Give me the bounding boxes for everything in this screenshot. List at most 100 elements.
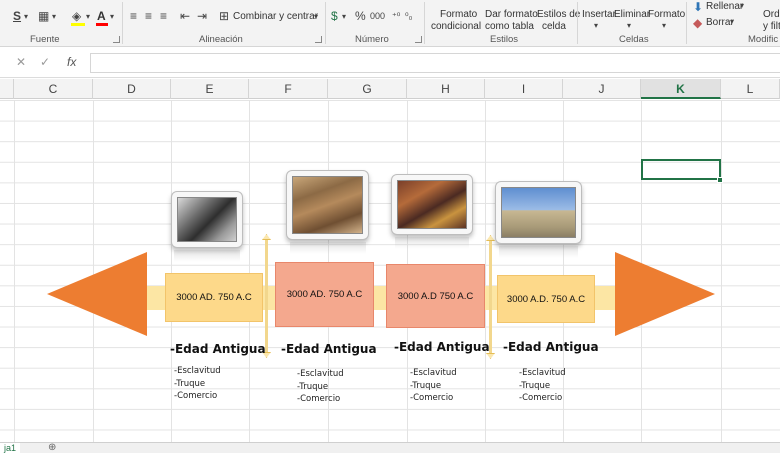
fill-color-icon[interactable]: ◈	[72, 9, 81, 23]
timeline-arrow-right[interactable]	[615, 252, 715, 336]
formula-input[interactable]	[90, 53, 780, 73]
sort-filter-label-2: y filtr	[763, 21, 780, 32]
clear-dropdown-icon[interactable]: ▾	[730, 17, 734, 26]
insert-function-icon[interactable]: fx	[67, 55, 76, 69]
percent-icon[interactable]: %	[355, 9, 366, 23]
list-item: -Comercio	[297, 394, 341, 404]
align-right-icon[interactable]: ≡	[160, 9, 167, 23]
column-header-l[interactable]: L	[721, 79, 780, 99]
number-dialog-launcher-icon[interactable]	[415, 36, 422, 43]
increase-decimal-icon[interactable]: ⁺⁰	[392, 11, 400, 22]
event-list[interactable]: -Esclavitud -Truque -Comercio	[174, 365, 221, 403]
font-color-icon[interactable]: A	[97, 9, 106, 23]
timeline-connector[interactable]	[486, 235, 495, 359]
borders-icon[interactable]: ▦	[38, 9, 49, 23]
align-left-icon[interactable]: ≡	[130, 9, 137, 23]
delete-dropdown-icon[interactable]: ▾	[627, 21, 631, 30]
ribbon-separator	[424, 2, 425, 44]
council-painting	[397, 180, 467, 229]
merge-dropdown-icon[interactable]: ▾	[314, 12, 318, 21]
conditional-format-label-2: condicional	[431, 21, 482, 32]
decrease-indent-icon[interactable]: ⇤	[180, 9, 190, 23]
list-item: -Esclavitud	[174, 366, 221, 376]
sheet-tab-active[interactable]: ja1	[0, 443, 21, 453]
selected-cell[interactable]	[641, 159, 721, 180]
font-color-dropdown-icon[interactable]: ▾	[110, 12, 114, 21]
font-dialog-launcher-icon[interactable]	[113, 36, 120, 43]
column-header-e[interactable]: E	[171, 79, 249, 99]
alignment-group-label: Alineación	[199, 34, 243, 45]
delete-button[interactable]: Eliminar	[614, 9, 650, 20]
enter-icon[interactable]: ✓	[40, 55, 50, 69]
underline-button[interactable]: S	[13, 9, 21, 23]
list-item: -Comercio	[174, 391, 218, 401]
fill-color-swatch	[71, 23, 85, 26]
timeline-arrow-left[interactable]	[47, 252, 147, 336]
event-date-box[interactable]: 3000 AD. 750 A.C	[165, 273, 263, 322]
styles-group-label: Estilos	[490, 34, 518, 45]
council-image[interactable]	[391, 174, 473, 235]
column-header-f[interactable]: F	[249, 79, 328, 99]
parthenon-image[interactable]	[495, 181, 582, 244]
column-header-c[interactable]: C	[14, 79, 93, 99]
fill-dropdown-icon[interactable]: ▾	[86, 12, 90, 21]
ribbon-separator	[686, 2, 687, 44]
event-heading[interactable]: -Edad Antigua	[394, 340, 490, 354]
steam-train-image[interactable]	[171, 191, 243, 248]
column-header-k[interactable]: K	[641, 79, 721, 99]
cells-group-label: Celdas	[619, 34, 649, 45]
format-table-label-2: como tabla	[485, 21, 534, 32]
event-heading[interactable]: -Edad Antigua	[281, 342, 377, 356]
event-date-box[interactable]: 3000 AD. 750 A.C	[275, 262, 374, 327]
fill-handle[interactable]	[717, 177, 723, 183]
fill-button[interactable]: Rellenar	[706, 1, 743, 12]
school-of-athens-image[interactable]	[286, 170, 369, 240]
timeline-connector[interactable]	[262, 234, 271, 358]
image-reflection	[290, 242, 366, 254]
merge-center-icon[interactable]: ⊞	[219, 9, 229, 23]
list-item: -Esclavitud	[519, 368, 566, 378]
grid-line	[14, 100, 15, 442]
thousands-separator-icon[interactable]: 000	[370, 11, 385, 21]
insert-dropdown-icon[interactable]: ▾	[594, 21, 598, 30]
insert-button[interactable]: Insertar	[582, 9, 616, 20]
column-header-j[interactable]: J	[563, 79, 641, 99]
borders-dropdown-icon[interactable]: ▾	[52, 12, 56, 21]
sheet-tab-bar: ja1 ⊕	[0, 442, 780, 453]
fill-down-icon[interactable]: ⬇	[693, 0, 703, 14]
editing-group-label: Modific	[748, 34, 779, 45]
currency-dropdown-icon[interactable]: ▾	[342, 12, 346, 21]
cell-styles-label-2: celda	[542, 21, 566, 32]
format-button[interactable]: Formato	[648, 9, 685, 20]
decrease-decimal-icon[interactable]: ⁰₀	[405, 11, 412, 22]
format-dropdown-icon[interactable]: ▾	[662, 21, 666, 30]
eraser-icon[interactable]: ◆	[693, 16, 702, 30]
event-date-box[interactable]: 3000 A.D. 750 A.C	[497, 275, 595, 323]
format-table-label-1: Dar formato	[485, 9, 538, 20]
list-item: -Truque	[174, 378, 206, 389]
row-header-corner[interactable]	[0, 79, 14, 99]
event-list[interactable]: -Esclavitud -Truque -Comercio	[519, 367, 566, 405]
list-item: -Comercio	[410, 393, 454, 403]
event-heading[interactable]: -Edad Antigua	[170, 342, 266, 356]
currency-icon[interactable]: $	[331, 9, 338, 23]
fill-dropdown-icon[interactable]: ▾	[740, 1, 744, 10]
alignment-dialog-launcher-icon[interactable]	[315, 36, 322, 43]
event-date-box[interactable]: 3000 A.D 750 A.C	[386, 264, 485, 328]
column-header-i[interactable]: I	[485, 79, 563, 99]
event-heading[interactable]: -Edad Antigua	[503, 340, 599, 354]
ribbon-separator	[325, 2, 326, 44]
column-header-h[interactable]: H	[407, 79, 485, 99]
increase-indent-icon[interactable]: ⇥	[197, 9, 207, 23]
column-header-g[interactable]: G	[328, 79, 407, 99]
add-sheet-icon[interactable]: ⊕	[48, 443, 56, 453]
event-list[interactable]: -Esclavitud -Truque -Comercio	[297, 368, 344, 406]
column-headers: C D E F G H I J K L	[0, 79, 780, 99]
align-center-icon[interactable]: ≡	[145, 9, 152, 23]
underline-dropdown-icon[interactable]: ▾	[24, 12, 28, 21]
column-header-d[interactable]: D	[93, 79, 171, 99]
merge-center-button[interactable]: Combinar y centrar	[233, 11, 318, 22]
cancel-icon[interactable]: ✕	[16, 55, 26, 69]
image-reflection	[395, 237, 469, 249]
event-list[interactable]: -Esclavitud -Truque -Comercio	[410, 367, 457, 405]
